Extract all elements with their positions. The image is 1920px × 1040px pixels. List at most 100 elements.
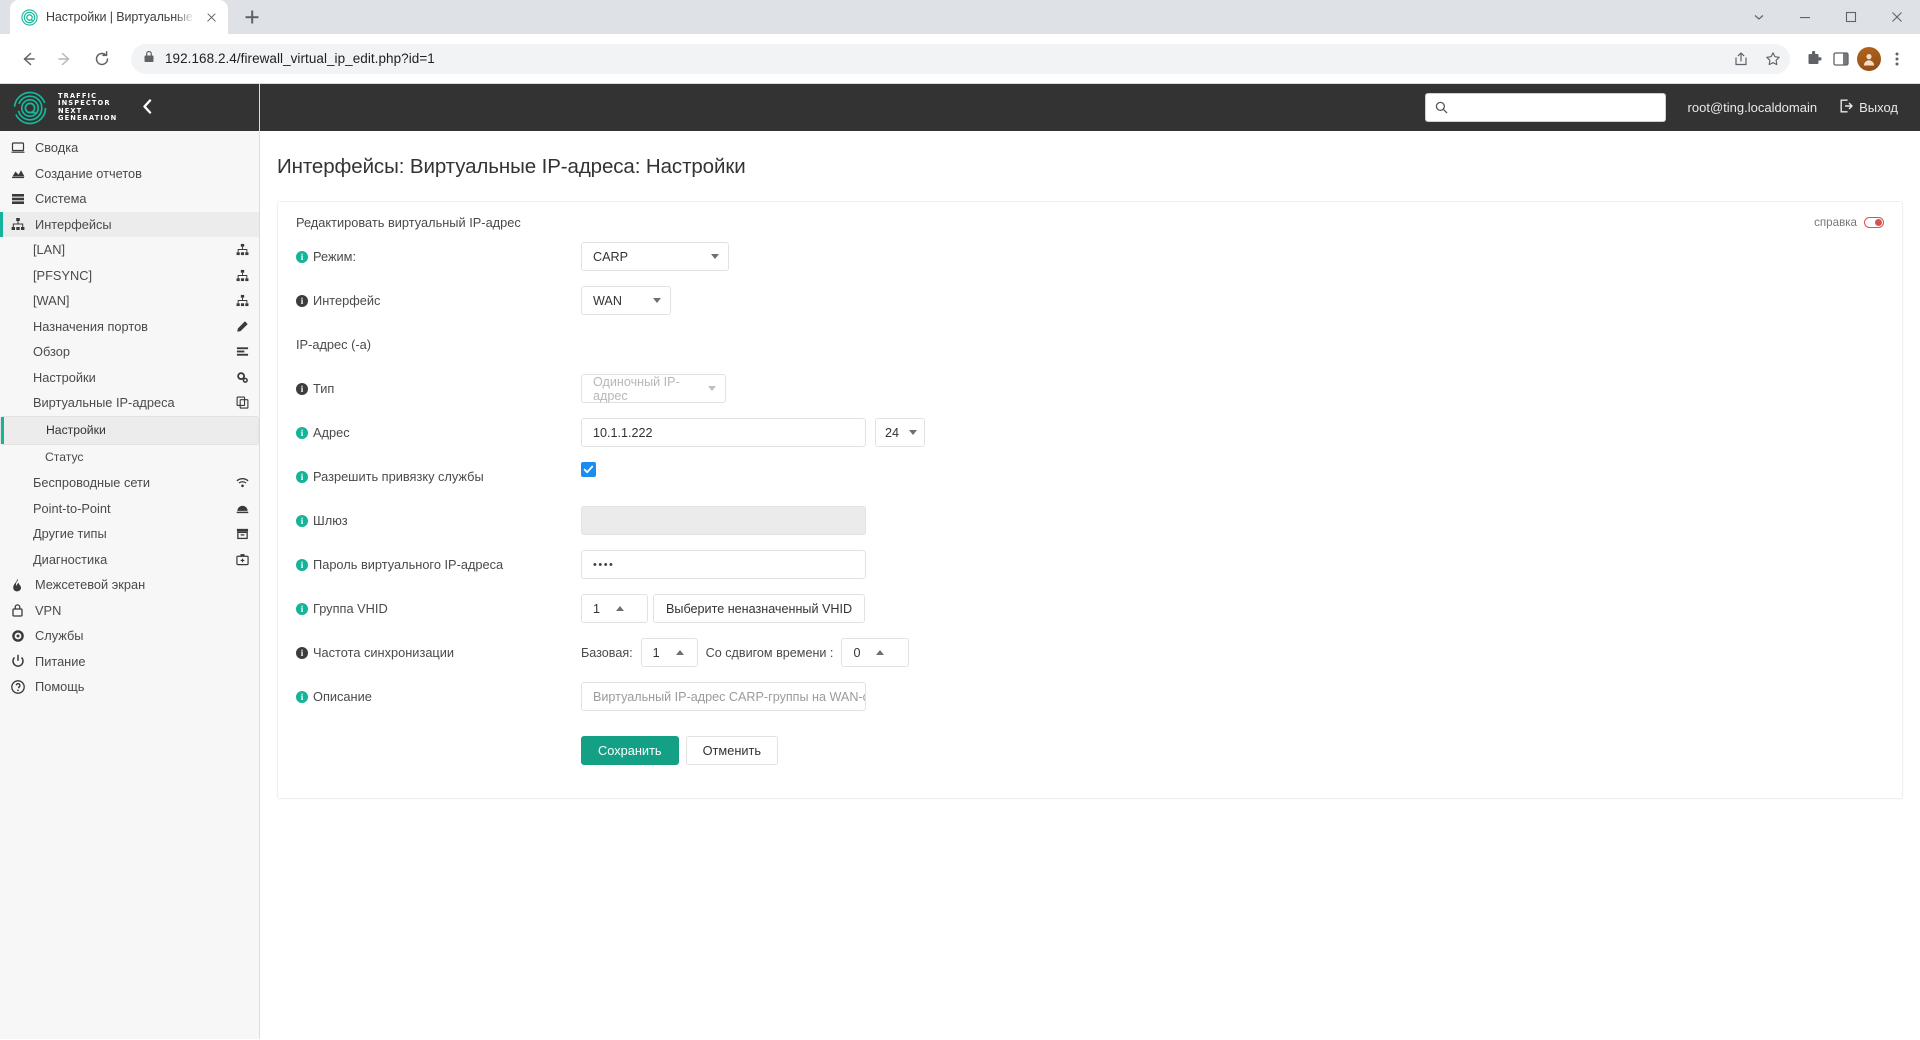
- new-tab-button[interactable]: [238, 3, 266, 31]
- subnet-prefix-select[interactable]: 24: [875, 418, 925, 447]
- chevron-down-icon: [653, 298, 661, 303]
- password-input[interactable]: ••••: [581, 550, 866, 579]
- browser-tab[interactable]: Настройки | Виртуальные IP-ад: [10, 0, 228, 34]
- gears-icon: [236, 371, 249, 384]
- description-input[interactable]: Виртуальный IP-адрес CARP-группы на WAN-…: [581, 682, 866, 711]
- address-input[interactable]: 10.1.1.222: [581, 418, 866, 447]
- sidebar-item-virtual-ip-settings[interactable]: Настройки: [0, 416, 259, 445]
- modem-icon: [236, 502, 249, 515]
- close-window-icon[interactable]: [1874, 0, 1920, 34]
- info-icon[interactable]: i: [296, 251, 308, 263]
- sidebar-item-wireless[interactable]: Беспроводные сети: [0, 470, 259, 496]
- sidepanel-icon[interactable]: [1830, 48, 1852, 70]
- sync-base-stepper[interactable]: 1: [641, 638, 698, 667]
- minimize-icon[interactable]: [1782, 0, 1828, 34]
- info-icon[interactable]: i: [296, 647, 308, 659]
- sidebar-item-overview[interactable]: Обзор: [0, 339, 259, 365]
- sidebar-item-port-assignments[interactable]: Назначения портов: [0, 314, 259, 340]
- minimize-more-icon[interactable]: [1736, 0, 1782, 34]
- sidebar-item-pfsync[interactable]: [PFSYNC]: [0, 263, 259, 289]
- mode-select[interactable]: CARP: [581, 242, 729, 271]
- address-bar[interactable]: 192.168.2.4/firewall_virtual_ip_edit.php…: [131, 44, 1790, 74]
- back-button[interactable]: [12, 43, 44, 75]
- fingerprint-at-icon: [21, 9, 38, 26]
- info-icon[interactable]: i: [296, 691, 308, 703]
- chevron-up-icon[interactable]: [676, 650, 684, 655]
- type-label-wrap: i Тип: [296, 374, 581, 396]
- sidebar-item-vpn[interactable]: VPN: [0, 598, 259, 624]
- ip-section-label-wrap: IP-адрес (-а): [296, 330, 581, 352]
- info-icon[interactable]: i: [296, 471, 308, 483]
- sidebar-item-svodka[interactable]: Сводка: [0, 135, 259, 161]
- sidebar-item-wan[interactable]: [WAN]: [0, 288, 259, 314]
- cancel-button[interactable]: Отменить: [686, 736, 778, 765]
- gateway-input[interactable]: [581, 506, 866, 535]
- logout-button[interactable]: Выход: [1839, 99, 1898, 116]
- sidebar-collapse-icon[interactable]: [142, 99, 153, 117]
- address-label-wrap: i Адрес: [296, 418, 581, 440]
- sidebar-item-point-to-point[interactable]: Point-to-Point: [0, 496, 259, 522]
- info-icon[interactable]: i: [296, 295, 308, 307]
- sidebar-item-services[interactable]: Службы: [0, 623, 259, 649]
- reload-button[interactable]: [86, 43, 118, 75]
- vhid-stepper[interactable]: 1: [581, 594, 648, 623]
- maximize-icon[interactable]: [1828, 0, 1874, 34]
- form-row-password: i Пароль виртуального IP-адреса ••••: [278, 550, 1902, 594]
- gateway-label: Шлюз: [313, 513, 348, 528]
- info-icon[interactable]: i: [296, 383, 308, 395]
- chrome-menu-icon[interactable]: [1886, 48, 1908, 70]
- sidebar-item-settings[interactable]: Настройки: [0, 365, 259, 391]
- bookmark-star-icon[interactable]: [1762, 48, 1784, 70]
- forward-button[interactable]: [49, 43, 81, 75]
- interface-select[interactable]: WAN: [581, 286, 671, 315]
- chevron-up-icon[interactable]: [876, 650, 884, 655]
- choose-unassigned-vhid-button[interactable]: Выберите неназначенный VHID: [653, 594, 865, 623]
- allow-binding-checkbox[interactable]: [581, 462, 596, 477]
- global-search[interactable]: [1425, 93, 1666, 122]
- help-toggle[interactable]: справка: [1814, 216, 1884, 229]
- sidebar-item-label: Сводка: [35, 140, 78, 155]
- subnet-prefix-value: 24: [885, 426, 899, 440]
- avatar[interactable]: [1857, 47, 1881, 71]
- search-icon[interactable]: [1425, 93, 1457, 122]
- info-icon[interactable]: i: [296, 559, 308, 571]
- sidebar-item-label: Настройки: [33, 370, 236, 385]
- sidebar-item-label: Создание отчетов: [35, 166, 142, 181]
- chevron-down-icon: [909, 430, 917, 435]
- sidebar-item-system[interactable]: Система: [0, 186, 259, 212]
- sidebar-item-interfaces[interactable]: Интерфейсы: [0, 212, 259, 238]
- sidebar-item-other-types[interactable]: Другие типы: [0, 521, 259, 547]
- sidebar-item-label: Настройки: [46, 423, 249, 437]
- share-icon[interactable]: [1730, 48, 1752, 70]
- vhid-label: Группа VHID: [313, 601, 388, 616]
- sidebar-item-help[interactable]: Помощь: [0, 674, 259, 700]
- sidebar-item-firewall[interactable]: Межсетевой экран: [0, 572, 259, 598]
- info-icon[interactable]: i: [296, 603, 308, 615]
- search-input[interactable]: [1457, 93, 1666, 122]
- sidebar-item-virtual-ip-status[interactable]: Статус: [0, 445, 259, 471]
- sidebar-item-reports[interactable]: Создание отчетов: [0, 161, 259, 187]
- description-label-wrap: i Описание: [296, 682, 581, 704]
- sidebar-item-diagnostics[interactable]: Диагностика: [0, 547, 259, 573]
- sidebar-item-lan[interactable]: [LAN]: [0, 237, 259, 263]
- form-row-ip-section: IP-адрес (-а): [278, 330, 1902, 374]
- type-select[interactable]: Одиночный IP-адрес: [581, 374, 726, 403]
- chevron-up-icon[interactable]: [616, 606, 624, 611]
- description-value: Виртуальный IP-адрес CARP-группы на WAN-…: [593, 690, 866, 704]
- form-row-mode: i Режим: CARP: [278, 242, 1902, 286]
- sidebar-item-virtual-ips[interactable]: Виртуальные IP-адреса: [0, 390, 259, 416]
- page-title: Интерфейсы: Виртуальные IP-адреса: Настр…: [277, 155, 1920, 179]
- save-button-label: Сохранить: [598, 743, 662, 758]
- sidebar-item-power[interactable]: Питание: [0, 649, 259, 675]
- info-icon[interactable]: i: [296, 515, 308, 527]
- help-switch[interactable]: [1864, 217, 1884, 228]
- extensions-icon[interactable]: [1803, 48, 1825, 70]
- mode-label-wrap: i Режим:: [296, 242, 581, 264]
- close-icon[interactable]: [203, 9, 220, 26]
- choose-unassigned-vhid-label: Выберите неназначенный VHID: [666, 602, 852, 616]
- save-button[interactable]: Сохранить: [581, 736, 679, 765]
- sync-skew-stepper[interactable]: 0: [841, 638, 909, 667]
- type-control: Одиночный IP-адрес: [581, 374, 1884, 403]
- info-icon[interactable]: i: [296, 427, 308, 439]
- question-icon: [10, 680, 25, 694]
